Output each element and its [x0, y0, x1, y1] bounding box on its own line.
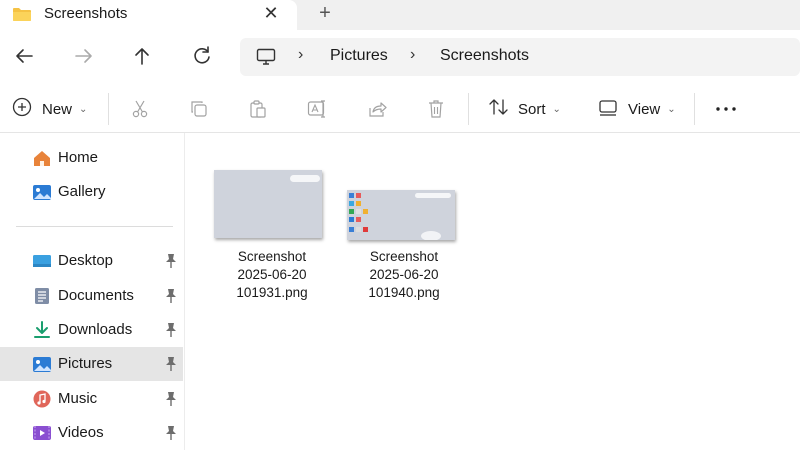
- file-list: Screenshot 2025-06-20 101931.png Screens…: [186, 133, 800, 450]
- pin-icon[interactable]: [164, 391, 178, 407]
- documents-icon: [32, 287, 52, 305]
- pin-icon[interactable]: [164, 425, 178, 441]
- sort-label: Sort: [518, 100, 546, 118]
- up-icon[interactable]: [130, 44, 154, 68]
- sidebar-item-label: Downloads: [58, 321, 133, 338]
- view-icon: [598, 97, 618, 122]
- sidebar-item-gallery[interactable]: Gallery: [0, 175, 183, 209]
- plus-circle-icon: [12, 97, 32, 122]
- pictures-icon: [32, 355, 52, 373]
- file-thumbnail: [214, 170, 322, 238]
- file-item[interactable]: Screenshot 2025-06-20 101940.png: [339, 168, 469, 308]
- music-icon: [32, 390, 52, 408]
- file-name-line: 101940.png: [368, 285, 440, 300]
- pin-icon[interactable]: [164, 356, 178, 372]
- back-icon[interactable]: [12, 44, 36, 68]
- folder-icon: [12, 7, 32, 22]
- navigation-pane: Home Gallery Desktop Documents Downloads: [0, 133, 185, 450]
- download-icon: [32, 321, 52, 339]
- sidebar-item-label: Music: [58, 390, 98, 407]
- this-pc-icon[interactable]: [256, 48, 276, 66]
- chevron-right-icon[interactable]: ›: [298, 46, 303, 64]
- sidebar-item-label: Documents: [58, 287, 134, 304]
- sidebar-item-label: Desktop: [58, 252, 114, 269]
- home-icon: [32, 149, 52, 167]
- copy-icon[interactable]: [189, 97, 209, 121]
- file-name-line: 2025-06-20: [369, 267, 439, 282]
- sidebar-item-label: Videos: [58, 424, 104, 441]
- sidebar-item-documents[interactable]: Documents: [0, 279, 183, 313]
- sidebar-item-label: Gallery: [58, 183, 106, 200]
- divider: [468, 93, 469, 125]
- refresh-icon[interactable]: [190, 44, 214, 68]
- chevron-down-icon: ⌄: [552, 103, 561, 115]
- tab-strip: Screenshots ✕ +: [0, 0, 800, 30]
- pin-icon[interactable]: [164, 322, 178, 338]
- sidebar-item-label: Pictures: [58, 355, 113, 372]
- file-name-line: Screenshot: [369, 249, 439, 264]
- file-name-line: 2025-06-20: [237, 267, 307, 282]
- sort-button[interactable]: Sort ⌄: [488, 97, 561, 121]
- file-name-line: Screenshot: [237, 249, 307, 264]
- command-bar: New ⌄ Sort ⌄ View ⌄: [0, 85, 800, 133]
- gallery-icon: [32, 183, 52, 201]
- breadcrumb-screenshots[interactable]: Screenshots: [440, 47, 529, 65]
- paste-icon[interactable]: [248, 97, 268, 121]
- new-tab-icon[interactable]: +: [316, 2, 334, 25]
- new-label: New: [42, 100, 73, 118]
- delete-icon[interactable]: [426, 97, 446, 121]
- sidebar-item-videos[interactable]: Videos: [0, 416, 183, 450]
- sidebar-item-desktop[interactable]: Desktop: [0, 244, 183, 278]
- file-name: Screenshot 2025-06-20 101940.png: [339, 248, 469, 302]
- new-button[interactable]: New ⌄: [12, 97, 87, 121]
- sidebar-item-music[interactable]: Music: [0, 382, 183, 416]
- sidebar-divider: [16, 226, 173, 227]
- chevron-down-icon: ⌄: [79, 103, 88, 115]
- close-tab-icon[interactable]: ✕: [262, 3, 280, 24]
- pin-icon[interactable]: [164, 288, 178, 304]
- tab-title: Screenshots: [44, 5, 128, 22]
- rename-icon[interactable]: [307, 97, 329, 121]
- chevron-right-icon[interactable]: ›: [410, 46, 415, 64]
- navigation-bar: › Pictures › Screenshots: [0, 30, 800, 85]
- view-label: View: [628, 100, 661, 118]
- pin-icon[interactable]: [164, 253, 178, 269]
- sidebar-item-pictures[interactable]: Pictures: [0, 347, 183, 381]
- file-item[interactable]: Screenshot 2025-06-20 101931.png: [207, 168, 337, 308]
- videos-icon: [32, 424, 52, 442]
- sidebar-item-downloads[interactable]: Downloads: [0, 313, 183, 347]
- view-button[interactable]: View ⌄: [598, 97, 676, 121]
- divider: [108, 93, 109, 125]
- sidebar-item-label: Home: [58, 149, 99, 166]
- breadcrumb-pictures[interactable]: Pictures: [330, 47, 388, 65]
- more-options-icon[interactable]: [714, 97, 738, 121]
- sidebar-item-home[interactable]: Home: [0, 141, 183, 175]
- cut-icon[interactable]: [130, 97, 150, 121]
- forward-icon[interactable]: [72, 44, 96, 68]
- desktop-icon: [32, 252, 52, 270]
- share-icon[interactable]: [367, 97, 387, 121]
- sort-icon: [488, 97, 510, 122]
- divider: [694, 93, 695, 125]
- chevron-down-icon: ⌄: [667, 103, 676, 115]
- file-name-line: 101931.png: [236, 285, 308, 300]
- tab-screenshots[interactable]: Screenshots ✕: [0, 0, 297, 30]
- file-thumbnail: [347, 190, 455, 240]
- address-bar[interactable]: › Pictures › Screenshots: [240, 38, 800, 76]
- file-name: Screenshot 2025-06-20 101931.png: [207, 248, 337, 302]
